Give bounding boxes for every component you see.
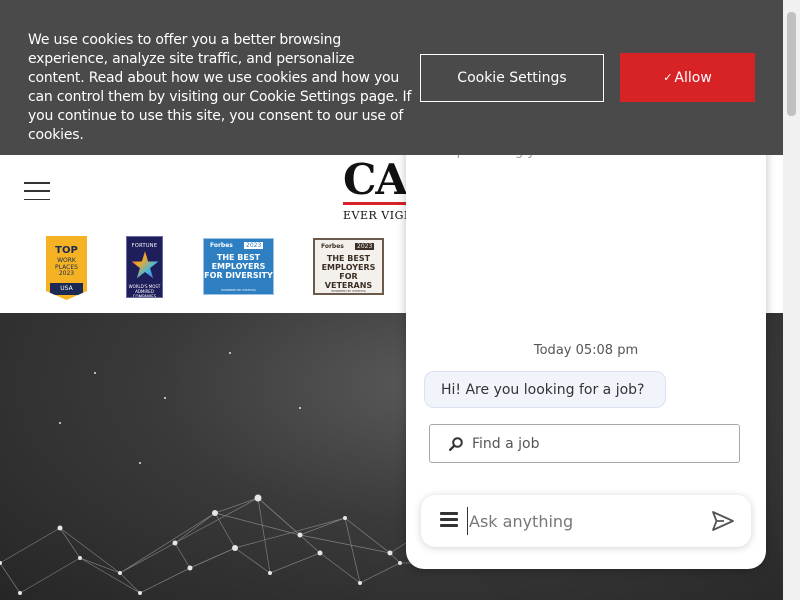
find-job-button[interactable]: Find a job (429, 424, 740, 463)
chat-widget: and protecting your data Today 05:08 pm … (406, 140, 766, 569)
chat-menu-icon[interactable] (440, 512, 458, 527)
allow-label: Allow (674, 69, 712, 86)
star-icon (131, 251, 159, 279)
bot-message: Hi! Are you looking for a job? (424, 371, 666, 408)
check-icon: ✓ (663, 71, 673, 84)
chat-composer (421, 495, 751, 547)
hamburger-menu-icon[interactable] (24, 182, 50, 200)
badge-text: WORLD'S MOST ADMIRED COMPANIES (128, 284, 161, 298)
badge-text: TOP (55, 245, 78, 256)
forbes-diversity-badge: Forbes 2023 THE BEST EMPLOYERS FOR DIVER… (203, 238, 274, 295)
badge-text: EMPLOYERS (211, 262, 266, 271)
badge-text: FOR DIVERSITY (204, 271, 273, 280)
scrollbar-thumb[interactable] (787, 12, 796, 116)
badge-year: 2023 (58, 270, 75, 277)
badge-country: USA (50, 283, 83, 295)
badge-text: THE BEST (216, 253, 261, 262)
top-workplaces-badge: TOP WORK PLACES 2023 USA (46, 236, 87, 300)
fortune-badge: FORTUNE WORLD'S MOST ADMIRED COMPANIES (126, 236, 163, 298)
award-badges: TOP WORK PLACES 2023 USA FORTUNE WORLD'S… (0, 235, 400, 301)
badge-text: THE BEST (326, 254, 371, 263)
badge-title: FORTUNE (131, 243, 158, 249)
chat-timestamp: Today 05:08 pm (533, 343, 639, 358)
badge-text: EMPLOYERS (321, 263, 376, 272)
badge-year: 2023 (355, 243, 375, 250)
badge-text: POWERED BY STATISTA (221, 288, 256, 292)
badge-brand: Forbes (210, 242, 233, 249)
badge-year: 2023 (244, 242, 264, 249)
find-job-label: Find a job (472, 435, 540, 452)
cookie-settings-button[interactable]: Cookie Settings (420, 54, 604, 102)
forbes-veterans-badge: Forbes 2023 THE BEST EMPLOYERS FOR VETER… (313, 238, 384, 295)
badge-text: WORK PLACES (55, 257, 78, 271)
cookie-banner: We use cookies to offer you a better bro… (0, 0, 783, 155)
bot-message-text: Hi! Are you looking for a job? (441, 381, 645, 398)
badge-text: POWERED BY STATISTA (331, 289, 366, 293)
send-icon[interactable] (711, 510, 735, 532)
search-icon (449, 436, 463, 451)
chat-input[interactable] (467, 507, 697, 535)
cookie-settings-label: Cookie Settings (457, 70, 567, 86)
page-scrollbar[interactable] (783, 0, 800, 600)
allow-cookies-button[interactable]: ✓ Allow (620, 53, 755, 102)
badge-brand: Forbes (321, 243, 344, 250)
badge-text: FOR VETERANS (324, 272, 373, 290)
cookie-message: We use cookies to offer you a better bro… (28, 32, 412, 143)
